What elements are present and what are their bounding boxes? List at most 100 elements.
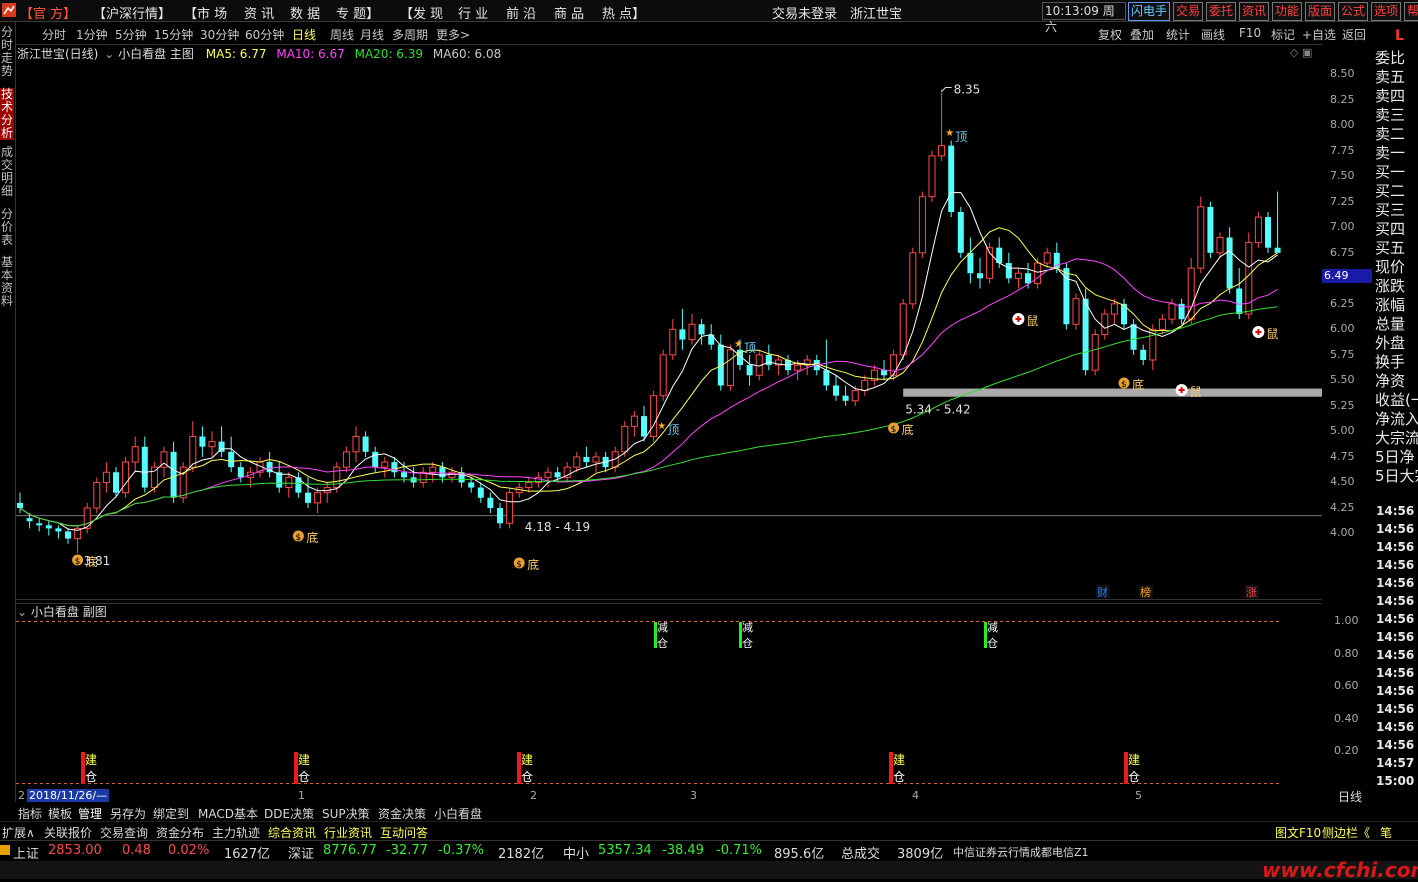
toolbar-dde[interactable]: DDE决策	[264, 805, 314, 822]
menu-item[interactable]: 资 讯	[244, 3, 274, 22]
login-status[interactable]: 交易未登录	[772, 3, 837, 22]
menu-item[interactable]: 行 业	[458, 3, 488, 22]
toolbar-save-as[interactable]: 另存为	[110, 805, 146, 822]
price-tick: 5.75	[1330, 347, 1355, 361]
candle-body	[899, 303, 907, 356]
period-more[interactable]: 更多>	[436, 26, 470, 43]
toolbar-main-track[interactable]: 主力轨迹	[212, 824, 260, 841]
tool-overlay[interactable]: 叠加	[1130, 26, 1154, 43]
tool-back[interactable]: 返回	[1342, 26, 1366, 43]
candle-body	[17, 502, 23, 508]
period-60min[interactable]: 60分钟	[245, 26, 284, 43]
menu-item[interactable]: 前 沿	[506, 3, 536, 22]
menu-official[interactable]: 【官 方】	[20, 3, 76, 22]
order-button[interactable]: 委托	[1206, 2, 1237, 21]
tool-adjust[interactable]: 复权	[1098, 26, 1122, 43]
price-tick: 8.00	[1330, 118, 1355, 132]
deal-time: 14:56	[1376, 558, 1415, 572]
sh-label[interactable]: 上证	[13, 843, 39, 862]
sidebar-item-technical[interactable]: 技术分析	[0, 88, 14, 140]
sub-chart-title[interactable]: 小白看盘 副图	[31, 605, 107, 619]
indicator-toggle-icon[interactable]: ⌄	[104, 47, 114, 61]
price-tick: 6.00	[1330, 322, 1355, 336]
sub-chart[interactable]: 减仓减仓减仓建仓建仓建仓建仓建仓	[16, 600, 1322, 790]
trade-button[interactable]: 交易	[1173, 2, 1204, 21]
menu-item[interactable]: 【市 场	[184, 3, 227, 22]
sub-toggle-icon[interactable]: ⌄	[17, 605, 27, 619]
toolbar-bind[interactable]: 绑定到	[153, 805, 189, 822]
x-tick: 3	[690, 789, 697, 802]
toolbar-industry-news[interactable]: 行业资讯	[324, 824, 372, 841]
zx-label[interactable]: 中小	[563, 843, 589, 862]
sidebar-item-deals[interactable]: 成交明细	[0, 146, 14, 198]
menu-item[interactable]: 数 据	[290, 3, 320, 22]
top-signal-icon: ★	[945, 128, 954, 139]
menu-item[interactable]: 专 题】	[336, 3, 379, 22]
x-axis-start-date: 2018/11/26/—	[27, 789, 110, 802]
layout-button[interactable]: 版面	[1305, 2, 1336, 21]
toolbar-related-quote[interactable]: 关联报价	[44, 824, 92, 841]
money-bag-glyph: $	[75, 557, 81, 567]
toolbar-fund[interactable]: 资金决策	[378, 805, 426, 822]
deal-time: 15:00	[1376, 774, 1415, 788]
period-15min[interactable]: 15分钟	[154, 26, 193, 43]
options-button[interactable]: 选项	[1371, 2, 1402, 21]
indicator-name[interactable]: 小白看盘 主图	[118, 47, 194, 61]
period-timeshare[interactable]: 分时	[42, 26, 66, 43]
toolbar-sidebar[interactable]: 侧边栏《	[1322, 824, 1370, 841]
period-multi[interactable]: 多周期	[392, 26, 428, 43]
sidebar-item-timeshare[interactable]: 分时走势	[0, 26, 14, 78]
clock: 10:13:09 周六	[1042, 2, 1126, 34]
toolbar-qa[interactable]: 互动问答	[380, 824, 428, 841]
tool-mark[interactable]: 标记	[1271, 26, 1295, 43]
period-monthly[interactable]: 月线	[360, 26, 384, 43]
sh-pct: 0.02%	[168, 843, 210, 858]
menu-item[interactable]: 【沪深行情】	[93, 3, 171, 22]
period-1min[interactable]: 1分钟	[76, 26, 108, 43]
toolbar-manage[interactable]: 管理	[78, 805, 102, 822]
toolbar-indicator[interactable]: 指标	[18, 805, 42, 822]
ma20-value: MA20: 6.39	[354, 47, 424, 61]
chart-option-icon[interactable]: ◇ ▣	[1290, 46, 1312, 59]
help-button[interactable]: 帮	[1404, 2, 1418, 21]
toolbar-news[interactable]: 综合资讯	[268, 824, 316, 841]
toolbar-xiaobai[interactable]: 小白看盘	[434, 805, 482, 822]
function-button[interactable]: 功能	[1272, 2, 1303, 21]
toolbar-expand[interactable]: 扩展∧	[2, 824, 35, 841]
menu-item[interactable]: 商 品	[554, 3, 584, 22]
quote-field-label: 外盘	[1375, 334, 1406, 352]
flash-trade-button[interactable]: 闪电手	[1128, 2, 1171, 21]
toolbar-sup[interactable]: SUP决策	[322, 805, 370, 822]
period-5min[interactable]: 5分钟	[115, 26, 147, 43]
candle-body	[650, 395, 658, 438]
tool-f10[interactable]: F10	[1239, 26, 1261, 40]
sidebar-item-basic-info[interactable]: 基本资料	[0, 256, 14, 308]
quote-field-label: 卖三	[1375, 106, 1406, 124]
toolbar-macd[interactable]: MACD基本	[198, 805, 258, 822]
candle-body	[967, 252, 974, 274]
quote-field-label: 现价	[1375, 258, 1406, 276]
candle-body	[669, 328, 677, 356]
toolbar-fund-dist[interactable]: 资金分布	[156, 824, 204, 841]
tool-draw[interactable]: 画线	[1201, 26, 1225, 43]
reduce-label: 减	[742, 621, 753, 634]
candle-body	[487, 497, 494, 508]
toolbar-f10[interactable]: 图文F10	[1275, 824, 1321, 841]
formula-button[interactable]: 公式	[1338, 2, 1369, 21]
tool-stats[interactable]: 统计	[1166, 26, 1190, 43]
news-button[interactable]: 资讯	[1239, 2, 1270, 21]
period-daily[interactable]: 日线	[292, 26, 316, 43]
toolbar-trade-query[interactable]: 交易查询	[100, 824, 148, 841]
build-label: 建	[893, 753, 905, 767]
main-chart[interactable]: 8.353.814.18 - 4.195.34 - 5.42$ 底$ 底$ 底$ 底$ 底…	[16, 44, 1322, 600]
sz-label[interactable]: 深证	[288, 843, 314, 862]
menu-item[interactable]: 【发 现	[400, 3, 443, 22]
menu-item[interactable]: 热 点】	[602, 3, 645, 22]
top-signal: 顶	[955, 130, 967, 144]
sidebar-item-price-table[interactable]: 分价表	[0, 208, 14, 247]
period-30min[interactable]: 30分钟	[200, 26, 239, 43]
period-weekly[interactable]: 周线	[330, 26, 354, 43]
toolbar-template[interactable]: 模板	[48, 805, 72, 822]
tool-add-watch[interactable]: +自选	[1302, 26, 1336, 43]
toolbar-pen[interactable]: 笔	[1380, 824, 1392, 841]
